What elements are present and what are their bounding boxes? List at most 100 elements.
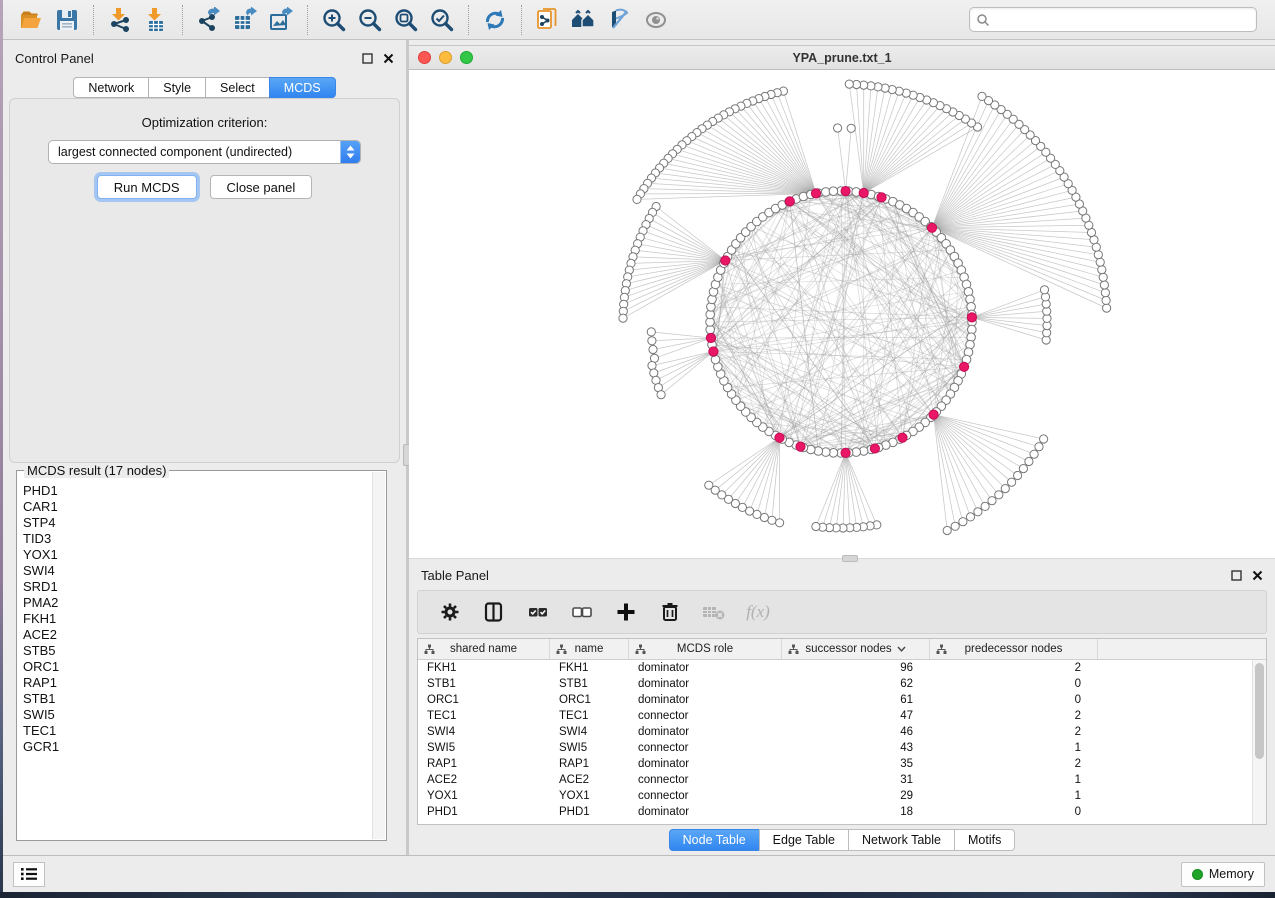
mcds-result-item[interactable]: FKH1	[23, 611, 372, 627]
network-titlebar[interactable]: YPA_prune.txt_1	[409, 46, 1275, 70]
cell-shared-name[interactable]: SWI4	[418, 726, 550, 738]
mcds-result-list[interactable]: PHD1CAR1STP4TID3YOX1SWI4SRD1PMA2FKH1ACE2…	[17, 477, 372, 839]
cell-name[interactable]: YOX1	[550, 790, 629, 802]
show-network-overview-icon[interactable]	[569, 5, 599, 35]
close-panel-icon[interactable]	[1252, 570, 1263, 581]
table-row[interactable]: SWI4SWI4dominator462	[418, 724, 1252, 740]
tab-network[interactable]: Network	[73, 77, 148, 98]
save-session-icon[interactable]	[52, 5, 82, 35]
show-columns-icon[interactable]	[479, 597, 509, 627]
table-body[interactable]: FKH1FKH1dominator962STB1STB1dominator620…	[418, 660, 1252, 824]
close-panel-button[interactable]: Close panel	[210, 175, 313, 199]
cell-predecessor-nodes[interactable]: 0	[930, 694, 1098, 706]
cell-name[interactable]: ACE2	[550, 774, 629, 786]
import-table-icon[interactable]	[141, 5, 171, 35]
cell-predecessor-nodes[interactable]: 1	[930, 790, 1098, 802]
memory-button[interactable]: Memory	[1181, 862, 1265, 887]
export-image-icon[interactable]	[266, 5, 296, 35]
cell-mcds-role[interactable]: dominator	[629, 694, 782, 706]
tab-select[interactable]: Select	[205, 77, 269, 98]
cell-predecessor-nodes[interactable]: 1	[930, 742, 1098, 754]
column-header-name[interactable]: name	[550, 639, 629, 659]
open-session-icon[interactable]	[16, 5, 46, 35]
select-all-icon[interactable]	[523, 597, 553, 627]
cell-successor-nodes[interactable]: 29	[782, 790, 930, 802]
mcds-result-item[interactable]: GCR1	[23, 739, 372, 755]
mcds-result-item[interactable]: PMA2	[23, 595, 372, 611]
horizontal-splitter-handle[interactable]	[842, 555, 858, 562]
cell-name[interactable]: TEC1	[550, 710, 629, 722]
column-header-shared-name[interactable]: shared name	[418, 639, 550, 659]
mcds-result-item[interactable]: TEC1	[23, 723, 372, 739]
cell-predecessor-nodes[interactable]: 2	[930, 758, 1098, 770]
cell-mcds-role[interactable]: connector	[629, 774, 782, 786]
cell-name[interactable]: SWI5	[550, 742, 629, 754]
table-scrollbar[interactable]	[1252, 660, 1266, 824]
table-row[interactable]: STB1STB1dominator620	[418, 676, 1252, 692]
cell-shared-name[interactable]: SWI5	[418, 742, 550, 754]
cell-mcds-role[interactable]: dominator	[629, 726, 782, 738]
mcds-result-item[interactable]: TID3	[23, 531, 372, 547]
mcds-result-item[interactable]: YOX1	[23, 547, 372, 563]
cell-predecessor-nodes[interactable]: 2	[930, 726, 1098, 738]
tab-motifs[interactable]: Motifs	[954, 829, 1015, 851]
close-panel-icon[interactable]	[383, 53, 394, 64]
mcds-result-item[interactable]: ORC1	[23, 659, 372, 675]
task-history-button[interactable]	[13, 862, 45, 887]
table-row[interactable]: RAP1RAP1dominator352	[418, 756, 1252, 772]
export-table-icon[interactable]	[230, 5, 260, 35]
add-column-icon[interactable]	[611, 597, 641, 627]
cell-successor-nodes[interactable]: 31	[782, 774, 930, 786]
mcds-result-item[interactable]: SWI5	[23, 707, 372, 723]
cell-name[interactable]: ORC1	[550, 694, 629, 706]
cell-mcds-role[interactable]: dominator	[629, 806, 782, 818]
cell-successor-nodes[interactable]: 46	[782, 726, 930, 738]
mcds-result-item[interactable]: RAP1	[23, 675, 372, 691]
mcds-result-item[interactable]: SRD1	[23, 579, 372, 595]
table-row[interactable]: TEC1TEC1connector472	[418, 708, 1252, 724]
cell-name[interactable]: RAP1	[550, 758, 629, 770]
run-mcds-button[interactable]: Run MCDS	[97, 175, 197, 199]
cell-mcds-role[interactable]: dominator	[629, 758, 782, 770]
tab-node-table[interactable]: Node Table	[669, 829, 759, 851]
clone-network-icon[interactable]	[533, 5, 563, 35]
tab-edge-table[interactable]: Edge Table	[759, 829, 848, 851]
cell-predecessor-nodes[interactable]: 0	[930, 678, 1098, 690]
cell-shared-name[interactable]: YOX1	[418, 790, 550, 802]
delete-column-icon[interactable]	[655, 597, 685, 627]
table-options-icon[interactable]	[435, 597, 465, 627]
tab-network-table[interactable]: Network Table	[848, 829, 954, 851]
mcds-result-item[interactable]: ACE2	[23, 627, 372, 643]
column-header-successor-nodes[interactable]: successor nodes	[782, 639, 930, 659]
export-network-icon[interactable]	[194, 5, 224, 35]
cell-shared-name[interactable]: PHD1	[418, 806, 550, 818]
cell-successor-nodes[interactable]: 43	[782, 742, 930, 754]
cell-name[interactable]: SWI4	[550, 726, 629, 738]
cell-name[interactable]: FKH1	[550, 662, 629, 674]
column-header-predecessor-nodes[interactable]: predecessor nodes	[930, 639, 1098, 659]
mcds-result-item[interactable]: STB1	[23, 691, 372, 707]
tab-style[interactable]: Style	[148, 77, 205, 98]
deselect-all-icon[interactable]	[567, 597, 597, 627]
update-network-icon[interactable]	[480, 5, 510, 35]
cell-name[interactable]: PHD1	[550, 806, 629, 818]
cell-predecessor-nodes[interactable]: 0	[930, 806, 1098, 818]
criterion-dropdown[interactable]: largest connected component (undirected)	[48, 140, 361, 164]
mcds-result-item[interactable]: CAR1	[23, 499, 372, 515]
cell-mcds-role[interactable]: dominator	[629, 662, 782, 674]
cell-predecessor-nodes[interactable]: 2	[930, 710, 1098, 722]
cell-shared-name[interactable]: RAP1	[418, 758, 550, 770]
network-canvas[interactable]	[409, 70, 1275, 558]
table-row[interactable]: FKH1FKH1dominator962	[418, 660, 1252, 676]
float-panel-icon[interactable]	[362, 53, 373, 64]
cell-successor-nodes[interactable]: 61	[782, 694, 930, 706]
import-network-icon[interactable]	[105, 5, 135, 35]
cell-successor-nodes[interactable]: 96	[782, 662, 930, 674]
table-row[interactable]: ACE2ACE2connector311	[418, 772, 1252, 788]
cell-successor-nodes[interactable]: 18	[782, 806, 930, 818]
horizontal-splitter[interactable]	[409, 558, 1275, 562]
cell-shared-name[interactable]: ACE2	[418, 774, 550, 786]
cell-successor-nodes[interactable]: 62	[782, 678, 930, 690]
cell-mcds-role[interactable]: connector	[629, 710, 782, 722]
column-header-MCDS-role[interactable]: MCDS role	[629, 639, 782, 659]
